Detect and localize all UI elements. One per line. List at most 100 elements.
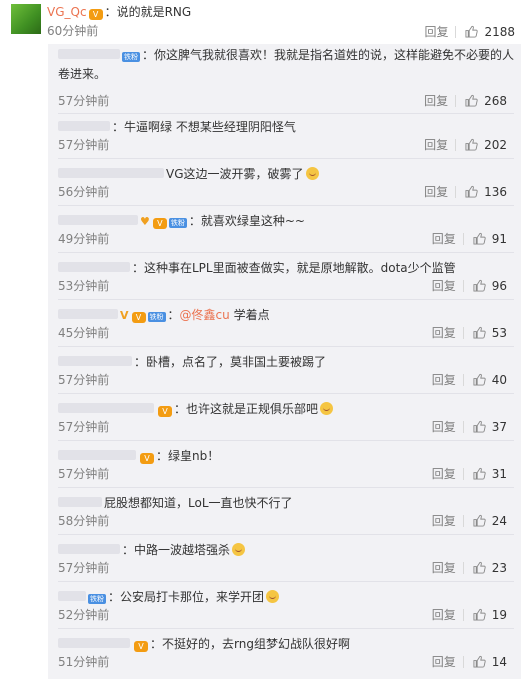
blurred-username[interactable]: [58, 591, 86, 601]
blurred-username[interactable]: [58, 403, 154, 413]
reply-text-after: 学着点: [229, 308, 270, 322]
like-count: 53: [491, 325, 507, 340]
divider: [455, 94, 457, 107]
reply-button[interactable]: 回复: [432, 465, 456, 482]
reply-button[interactable]: 回复: [432, 606, 456, 623]
reply-time: 57分钟前: [58, 561, 110, 575]
like-count: 24: [491, 513, 507, 528]
reply-actions: 回复 96: [432, 277, 507, 294]
thumbs-up-icon[interactable]: [465, 185, 478, 198]
thumbs-up-icon[interactable]: [473, 326, 486, 339]
blurred-username[interactable]: [58, 215, 138, 225]
thumbs-up-icon[interactable]: [473, 514, 486, 527]
reply-text-line: ：这种事在LPL里面被查做实，就是原地解散。dota少个监管: [58, 259, 514, 278]
blurred-username[interactable]: [58, 168, 164, 178]
reply-time: 57分钟前: [58, 138, 110, 152]
reply-text: ：: [167, 308, 180, 322]
reply-button[interactable]: 回复: [432, 324, 456, 341]
blurred-username[interactable]: [58, 262, 130, 272]
blurred-username[interactable]: [58, 49, 120, 59]
thumbs-up-icon[interactable]: [473, 279, 486, 292]
reply-button[interactable]: 回复: [424, 183, 448, 200]
mention-link[interactable]: @佟鑫cu: [180, 308, 230, 322]
reply-text-line: ：卧槽，点名了，莫非国土要被踢了: [58, 353, 514, 372]
thumbs-up-icon[interactable]: [465, 25, 479, 38]
comment-actions: 回复 2188: [424, 23, 515, 40]
thumbs-up-icon[interactable]: [473, 608, 486, 621]
username-link[interactable]: VG_Qc: [47, 5, 87, 19]
vip-badge-icon: V: [134, 641, 148, 652]
reply-button[interactable]: 回复: [432, 230, 456, 247]
reply-button[interactable]: 回复: [424, 136, 448, 153]
avatar[interactable]: [11, 4, 41, 34]
fan-badge: 铁粉: [88, 594, 106, 604]
divider: [462, 608, 464, 621]
reply-time: 57分钟前: [58, 420, 110, 434]
list-item: ：中路一波越塔强杀 57分钟前 回复 23: [48, 539, 521, 583]
reply-list: 铁粉 ：你这脾气我就很喜欢！我就是指名道姓的说，这样能避免不必要的人卷进来。 57…: [48, 44, 521, 679]
reply-time: 56分钟前: [58, 185, 110, 199]
divider: [58, 581, 514, 582]
thumbs-up-icon[interactable]: [473, 373, 486, 386]
list-item: ：这种事在LPL里面被查做实，就是原地解散。dota少个监管 53分钟前 回复 …: [48, 257, 521, 301]
reply-time: 51分钟前: [58, 655, 110, 669]
reply-button[interactable]: 回复: [432, 559, 456, 576]
list-item: VG这边一波开雾，破雾了 56分钟前 回复 136: [48, 163, 521, 207]
divider: [58, 534, 514, 535]
fan-badge: 铁粉: [147, 312, 166, 322]
blurred-username[interactable]: [58, 497, 102, 507]
reply-actions: 回复 91: [432, 230, 507, 247]
reply-button[interactable]: 回复: [432, 371, 456, 388]
reply-button[interactable]: 回复: [424, 23, 448, 40]
thumbs-up-icon[interactable]: [473, 232, 486, 245]
reply-actions: 回复 53: [432, 324, 507, 341]
main-comment: VG_Qc V ：说的就是RNG 60分钟前 回复 2188: [0, 0, 521, 40]
reply-text: ：不挺好的，去rng组梦幻战队很好啊: [150, 637, 350, 651]
blurred-username[interactable]: [58, 638, 130, 648]
fan-badge: 铁粉: [122, 52, 140, 62]
reply-button[interactable]: 回复: [432, 653, 456, 670]
reply-text: ：中路一波越塔强杀: [122, 543, 231, 557]
blurred-username[interactable]: [58, 544, 120, 554]
divider: [462, 373, 464, 386]
thumbs-up-icon[interactable]: [465, 138, 478, 151]
divider: [58, 299, 514, 300]
blurred-username[interactable]: [58, 309, 118, 319]
heart-icon: ♥: [140, 215, 150, 228]
reply-time: 53分钟前: [58, 279, 110, 293]
reply-text-line: V V 铁粉 ：@佟鑫cu 学着点: [58, 306, 514, 325]
reply-text: ：牛逼啊绿 不想某些经理阴阳怪气: [112, 120, 296, 134]
reply-actions: 回复 23: [432, 559, 507, 576]
divider: [462, 326, 464, 339]
like-count: 14: [491, 654, 507, 669]
reply-button[interactable]: 回复: [424, 92, 448, 109]
vip-badge-icon: V: [88, 9, 103, 20]
thumbs-up-icon[interactable]: [473, 467, 486, 480]
reply-time: 57分钟前: [58, 373, 110, 387]
reply-text-line: V ：也许这就是正规俱乐部吧: [58, 400, 514, 419]
reply-button[interactable]: 回复: [432, 277, 456, 294]
blurred-username[interactable]: [58, 450, 136, 460]
reply-time: 45分钟前: [58, 326, 110, 340]
reply-text: ：也许这就是正规俱乐部吧: [174, 402, 319, 416]
reply-button[interactable]: 回复: [432, 418, 456, 435]
reply-actions: 回复 31: [432, 465, 507, 482]
thumbs-up-icon[interactable]: [465, 94, 478, 107]
thumbs-up-icon[interactable]: [473, 655, 486, 668]
reply-text: ：卧槽，点名了，莫非国土要被踢了: [134, 355, 327, 369]
reply-button[interactable]: 回复: [432, 512, 456, 529]
reply-actions: 回复 19: [432, 606, 507, 623]
blurred-username[interactable]: [58, 356, 132, 366]
divider: [58, 158, 514, 159]
blurred-username[interactable]: [58, 121, 110, 131]
reply-time: 52分钟前: [58, 608, 110, 622]
thumbs-up-icon[interactable]: [473, 420, 486, 433]
divider: [462, 279, 464, 292]
list-item: V ：不挺好的，去rng组梦幻战队很好啊 51分钟前 回复 14: [48, 633, 521, 677]
reply-time: 57分钟前: [58, 467, 110, 481]
reply-text: ：这种事在LPL里面被查做实，就是原地解散。dota少个监管: [132, 261, 456, 275]
emoji-icon: [305, 167, 319, 180]
thumbs-up-icon[interactable]: [473, 561, 486, 574]
list-item: 屁股想都知道，LoL一直也快不行了 58分钟前 回复 24: [48, 492, 521, 536]
reply-actions: 回复 24: [432, 512, 507, 529]
